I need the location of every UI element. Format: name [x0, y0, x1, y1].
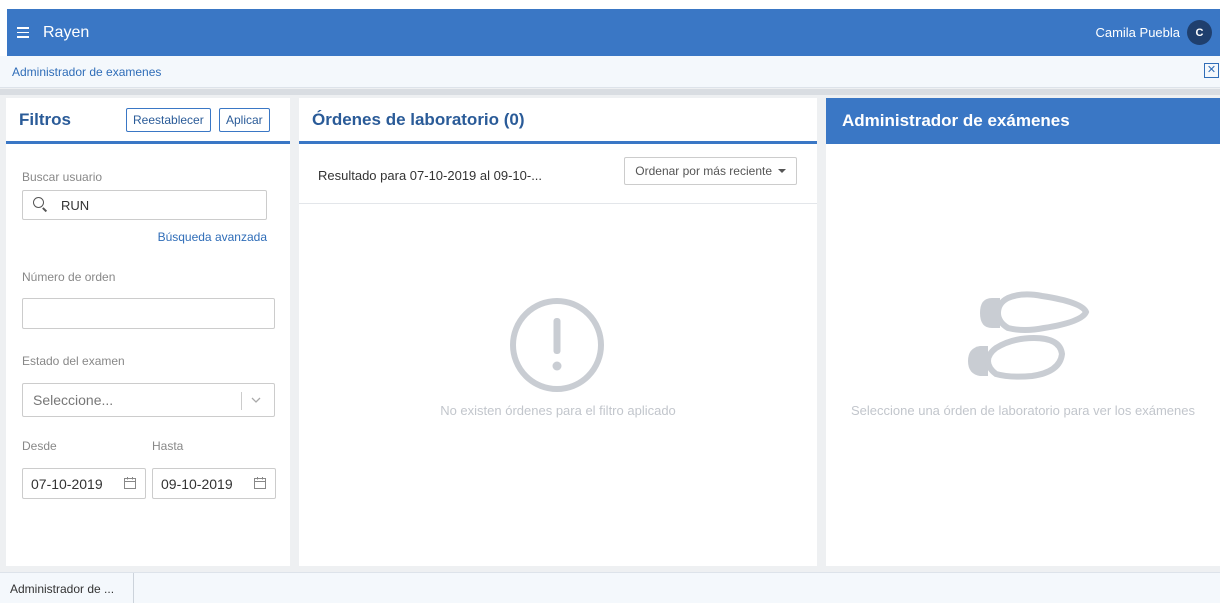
avatar[interactable]: C	[1187, 20, 1212, 45]
exam-status-label: Estado del examen	[22, 354, 125, 368]
caret-down-icon	[778, 169, 786, 173]
top-bar: Rayen Camila Puebla C	[0, 0, 1220, 56]
exams-panel: Administrador de exámenes Seleccione una…	[826, 98, 1220, 566]
user-menu[interactable]: Camila Puebla C	[1095, 20, 1212, 45]
filters-title: Filtros	[19, 109, 71, 129]
from-date-field[interactable]: 07-10-2019	[22, 468, 146, 499]
search-icon	[33, 197, 49, 213]
from-label: Desde	[22, 439, 57, 453]
taskbar: Administrador de ...	[0, 572, 1220, 603]
exam-status-value: Seleccione...	[33, 392, 114, 408]
menu-icon[interactable]	[17, 25, 33, 41]
taskbar-tab[interactable]: Administrador de ...	[0, 573, 134, 603]
exam-status-select[interactable]: Seleccione...	[22, 383, 275, 417]
apply-button[interactable]: Aplicar	[219, 108, 270, 132]
to-date-field[interactable]: 09-10-2019	[152, 468, 276, 499]
search-user-label: Buscar usuario	[22, 170, 103, 184]
result-row: Resultado para 07-10-2019 al 09-10-... O…	[299, 147, 817, 204]
module-title: Administrador de examenes	[12, 64, 162, 79]
order-number-label: Número de orden	[22, 270, 116, 284]
search-user-field[interactable]	[22, 190, 267, 220]
filters-header: Filtros Reestablecer Aplicar	[6, 98, 290, 144]
search-input[interactable]	[61, 197, 241, 213]
sort-label: Ordenar por más reciente	[635, 164, 772, 178]
result-range-text: Resultado para 07-10-2019 al 09-10-...	[318, 167, 543, 183]
orders-empty-text: No existen órdenes para el filtro aplica…	[440, 403, 676, 418]
orders-panel: Órdenes de laboratorio (0) Resultado par…	[299, 98, 817, 566]
chevron-down-icon	[251, 397, 261, 403]
exclamation-circle-icon	[510, 298, 604, 392]
filters-panel: Filtros Reestablecer Aplicar Buscar usua…	[6, 98, 290, 566]
app-name: Rayen	[43, 23, 90, 41]
orders-header: Órdenes de laboratorio (0)	[299, 98, 817, 144]
order-number-input[interactable]	[22, 298, 275, 329]
close-icon[interactable]: ✕	[1204, 63, 1219, 78]
to-date-value: 09-10-2019	[161, 475, 233, 492]
to-label: Hasta	[152, 439, 184, 453]
user-name: Camila Puebla	[1095, 25, 1180, 40]
calendar-icon[interactable]	[123, 476, 137, 490]
calendar-icon[interactable]	[253, 476, 267, 490]
module-bar: Administrador de examenes ✕	[0, 56, 1220, 88]
exams-empty-text: Seleccione una órden de laboratorio para…	[851, 403, 1195, 418]
sort-dropdown[interactable]: Ordenar por más reciente	[624, 157, 797, 185]
footprints-icon	[968, 291, 1090, 380]
select-separator	[241, 392, 242, 410]
from-date-value: 07-10-2019	[31, 475, 103, 492]
reset-button[interactable]: Reestablecer	[126, 108, 211, 132]
divider	[0, 89, 1220, 95]
orders-title: Órdenes de laboratorio (0)	[312, 109, 525, 129]
exams-header: Administrador de exámenes	[826, 98, 1220, 144]
advanced-search-link[interactable]: Búsqueda avanzada	[158, 230, 267, 244]
top-bar-inner: Rayen Camila Puebla C	[7, 9, 1220, 56]
exams-title: Administrador de exámenes	[842, 111, 1070, 130]
